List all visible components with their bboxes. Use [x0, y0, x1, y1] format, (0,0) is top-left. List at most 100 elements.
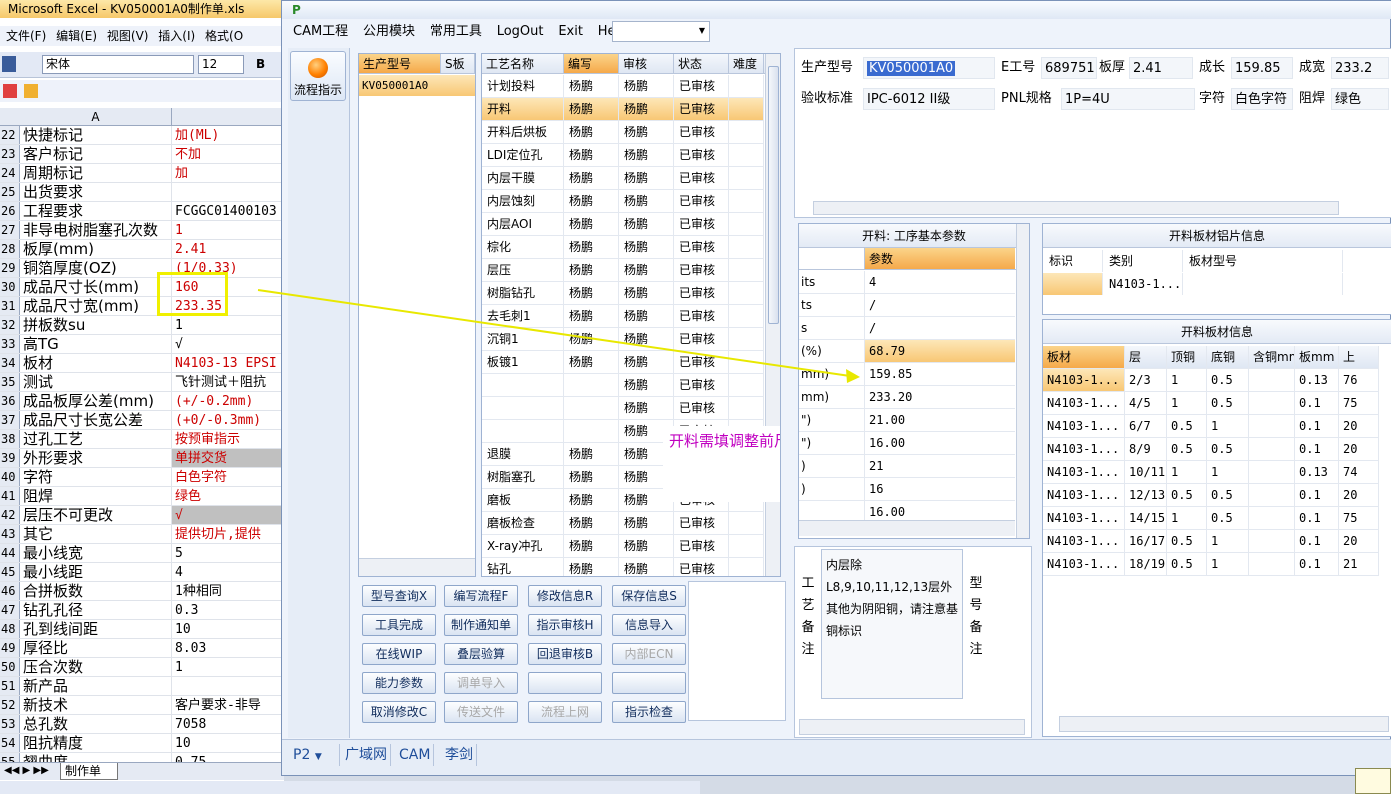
- board-col[interactable]: 板mm: [1295, 346, 1339, 368]
- row-number[interactable]: 45: [0, 563, 20, 581]
- cell-b[interactable]: 10: [172, 620, 284, 638]
- row-number[interactable]: 50: [0, 658, 20, 676]
- row-number[interactable]: 35: [0, 373, 20, 391]
- cell-b[interactable]: 7058: [172, 715, 284, 733]
- cell-b[interactable]: 1: [172, 221, 284, 239]
- foil-col-mark[interactable]: 标识: [1043, 250, 1103, 272]
- col-model[interactable]: 生产型号: [359, 54, 441, 73]
- action-button[interactable]: 指示审核H: [528, 614, 602, 636]
- cell-b[interactable]: 加: [172, 164, 284, 182]
- cell-b[interactable]: 提供切片,提供: [172, 525, 284, 543]
- row-number[interactable]: 38: [0, 430, 20, 448]
- cell-b[interactable]: 1: [172, 658, 284, 676]
- cell-b[interactable]: 8.03: [172, 639, 284, 657]
- row-number[interactable]: 30: [0, 278, 20, 296]
- board-col[interactable]: 上: [1339, 346, 1379, 368]
- board-col[interactable]: 含铜mm: [1249, 346, 1295, 368]
- action-button[interactable]: 能力参数: [362, 672, 436, 694]
- cell-b[interactable]: 绿色: [172, 487, 284, 505]
- process-row[interactable]: 沉铜1 杨鹏 杨鹏 已审核: [482, 328, 764, 351]
- cell-a[interactable]: 高TG: [20, 335, 172, 353]
- cell-a[interactable]: 铜箔厚度(OZ): [20, 259, 172, 277]
- cell-a[interactable]: 成品板厚公差(mm): [20, 392, 172, 410]
- process-row[interactable]: 开料 杨鹏 杨鹏 已审核: [482, 98, 764, 121]
- cell-a[interactable]: 非导电树脂塞孔次数: [20, 221, 172, 239]
- cell-b[interactable]: 加(ML): [172, 126, 284, 144]
- cell-a[interactable]: 出货要求: [20, 183, 172, 201]
- board-col[interactable]: 板材: [1043, 346, 1125, 368]
- cell-b[interactable]: 不加: [172, 145, 284, 163]
- process-row[interactable]: X-ray冲孔 杨鹏 杨鹏 已审核: [482, 535, 764, 558]
- standard-field[interactable]: IPC-6012 II级: [863, 88, 995, 110]
- excel-menu-format[interactable]: 格式(O: [205, 26, 243, 46]
- length-field[interactable]: 159.85: [1231, 57, 1293, 79]
- row-number[interactable]: 53: [0, 715, 20, 733]
- cell-a[interactable]: 过孔工艺: [20, 430, 172, 448]
- row-number[interactable]: 25: [0, 183, 20, 201]
- param-row[interactable]: mm) 159.85: [799, 363, 1015, 386]
- board-row[interactable]: N4103-1... 16/17 0.5 1 0.1 20: [1043, 530, 1379, 553]
- cell-a[interactable]: 测试: [20, 373, 172, 391]
- menu-exit[interactable]: Exit: [558, 21, 583, 43]
- cell-b[interactable]: (+/-0.2mm): [172, 392, 284, 410]
- process-row[interactable]: 计划投料 杨鹏 杨鹏 已审核: [482, 75, 764, 98]
- param-row[interactable]: s /: [799, 317, 1015, 340]
- model-row[interactable]: KV050001A0: [359, 75, 475, 96]
- cell-a[interactable]: 总孔数: [20, 715, 172, 733]
- cell-a[interactable]: 成品尺寸长(mm): [20, 278, 172, 296]
- cell-b[interactable]: N4103-13 EPSI: [172, 354, 284, 372]
- cell-a[interactable]: 厚径比: [20, 639, 172, 657]
- cell-a[interactable]: 最小线宽: [20, 544, 172, 562]
- cell-a[interactable]: 周期标记: [20, 164, 172, 182]
- param-row[interactable]: mm) 233.20: [799, 386, 1015, 409]
- row-number[interactable]: 51: [0, 677, 20, 695]
- cell-a[interactable]: 最小线距: [20, 563, 172, 581]
- action-button[interactable]: 传送文件: [444, 701, 518, 723]
- menu-common-module[interactable]: 公用模块: [363, 21, 415, 43]
- cell-a[interactable]: 层压不可更改: [20, 506, 172, 524]
- action-button[interactable]: 制作通知单: [444, 614, 518, 636]
- action-button[interactable]: [528, 672, 602, 694]
- param-row[interactable]: ) 16: [799, 478, 1015, 501]
- action-button[interactable]: 流程上网: [528, 701, 602, 723]
- process-row[interactable]: 开料后烘板 杨鹏 杨鹏 已审核: [482, 121, 764, 144]
- process-row[interactable]: LDI定位孔 杨鹏 杨鹏 已审核: [482, 144, 764, 167]
- board-col[interactable]: 顶铜: [1167, 346, 1207, 368]
- cell-b[interactable]: 1: [172, 316, 284, 334]
- row-number[interactable]: 47: [0, 601, 20, 619]
- info-hscrollbar[interactable]: [813, 201, 1339, 215]
- cell-a[interactable]: 新产品: [20, 677, 172, 695]
- col-reviewer[interactable]: 审核: [619, 54, 674, 73]
- row-number[interactable]: 22: [0, 126, 20, 144]
- menu-tools[interactable]: 常用工具: [430, 21, 482, 43]
- foil-col-model[interactable]: 板材型号: [1183, 250, 1343, 272]
- process-row[interactable]: 内层AOI 杨鹏 杨鹏 已审核: [482, 213, 764, 236]
- param-row[interactable]: its 4: [799, 271, 1015, 294]
- action-button[interactable]: 内部ECN: [612, 643, 686, 665]
- cell-b[interactable]: 飞针测试＋阻抗: [172, 373, 284, 391]
- cell-b[interactable]: 2.41: [172, 240, 284, 258]
- board-row[interactable]: N4103-1... 10/11 1 1 0.13 74: [1043, 461, 1379, 484]
- board-row[interactable]: N4103-1... 18/19 0.5 1 0.1 21: [1043, 553, 1379, 576]
- process-row[interactable]: 杨鹏已审核: [482, 374, 764, 397]
- cell-b[interactable]: FCGGC01400103: [172, 202, 284, 220]
- cell-b[interactable]: 按预审指示: [172, 430, 284, 448]
- process-row[interactable]: 磨板检查 杨鹏 杨鹏 已审核: [482, 512, 764, 535]
- action-button[interactable]: 型号查询X: [362, 585, 436, 607]
- board-hscrollbar[interactable]: [1059, 716, 1389, 732]
- tab-user[interactable]: 李剑: [442, 744, 477, 766]
- width-field[interactable]: 233.2: [1331, 57, 1389, 79]
- row-number[interactable]: 23: [0, 145, 20, 163]
- process-row[interactable]: 内层蚀刻 杨鹏 杨鹏 已审核: [482, 190, 764, 213]
- menu-combo[interactable]: ▼: [612, 21, 710, 42]
- cell-a[interactable]: 压合次数: [20, 658, 172, 676]
- cell-a[interactable]: 外形要求: [20, 449, 172, 467]
- tab-wan[interactable]: 广域网: [342, 744, 391, 766]
- board-row[interactable]: N4103-1... 12/13 0.5 0.5 0.1 20: [1043, 484, 1379, 507]
- row-number[interactable]: 34: [0, 354, 20, 372]
- board-col[interactable]: 层: [1125, 346, 1167, 368]
- row-number[interactable]: 40: [0, 468, 20, 486]
- row-number[interactable]: 32: [0, 316, 20, 334]
- cell-a[interactable]: 字符: [20, 468, 172, 486]
- cell-b[interactable]: √: [172, 335, 284, 353]
